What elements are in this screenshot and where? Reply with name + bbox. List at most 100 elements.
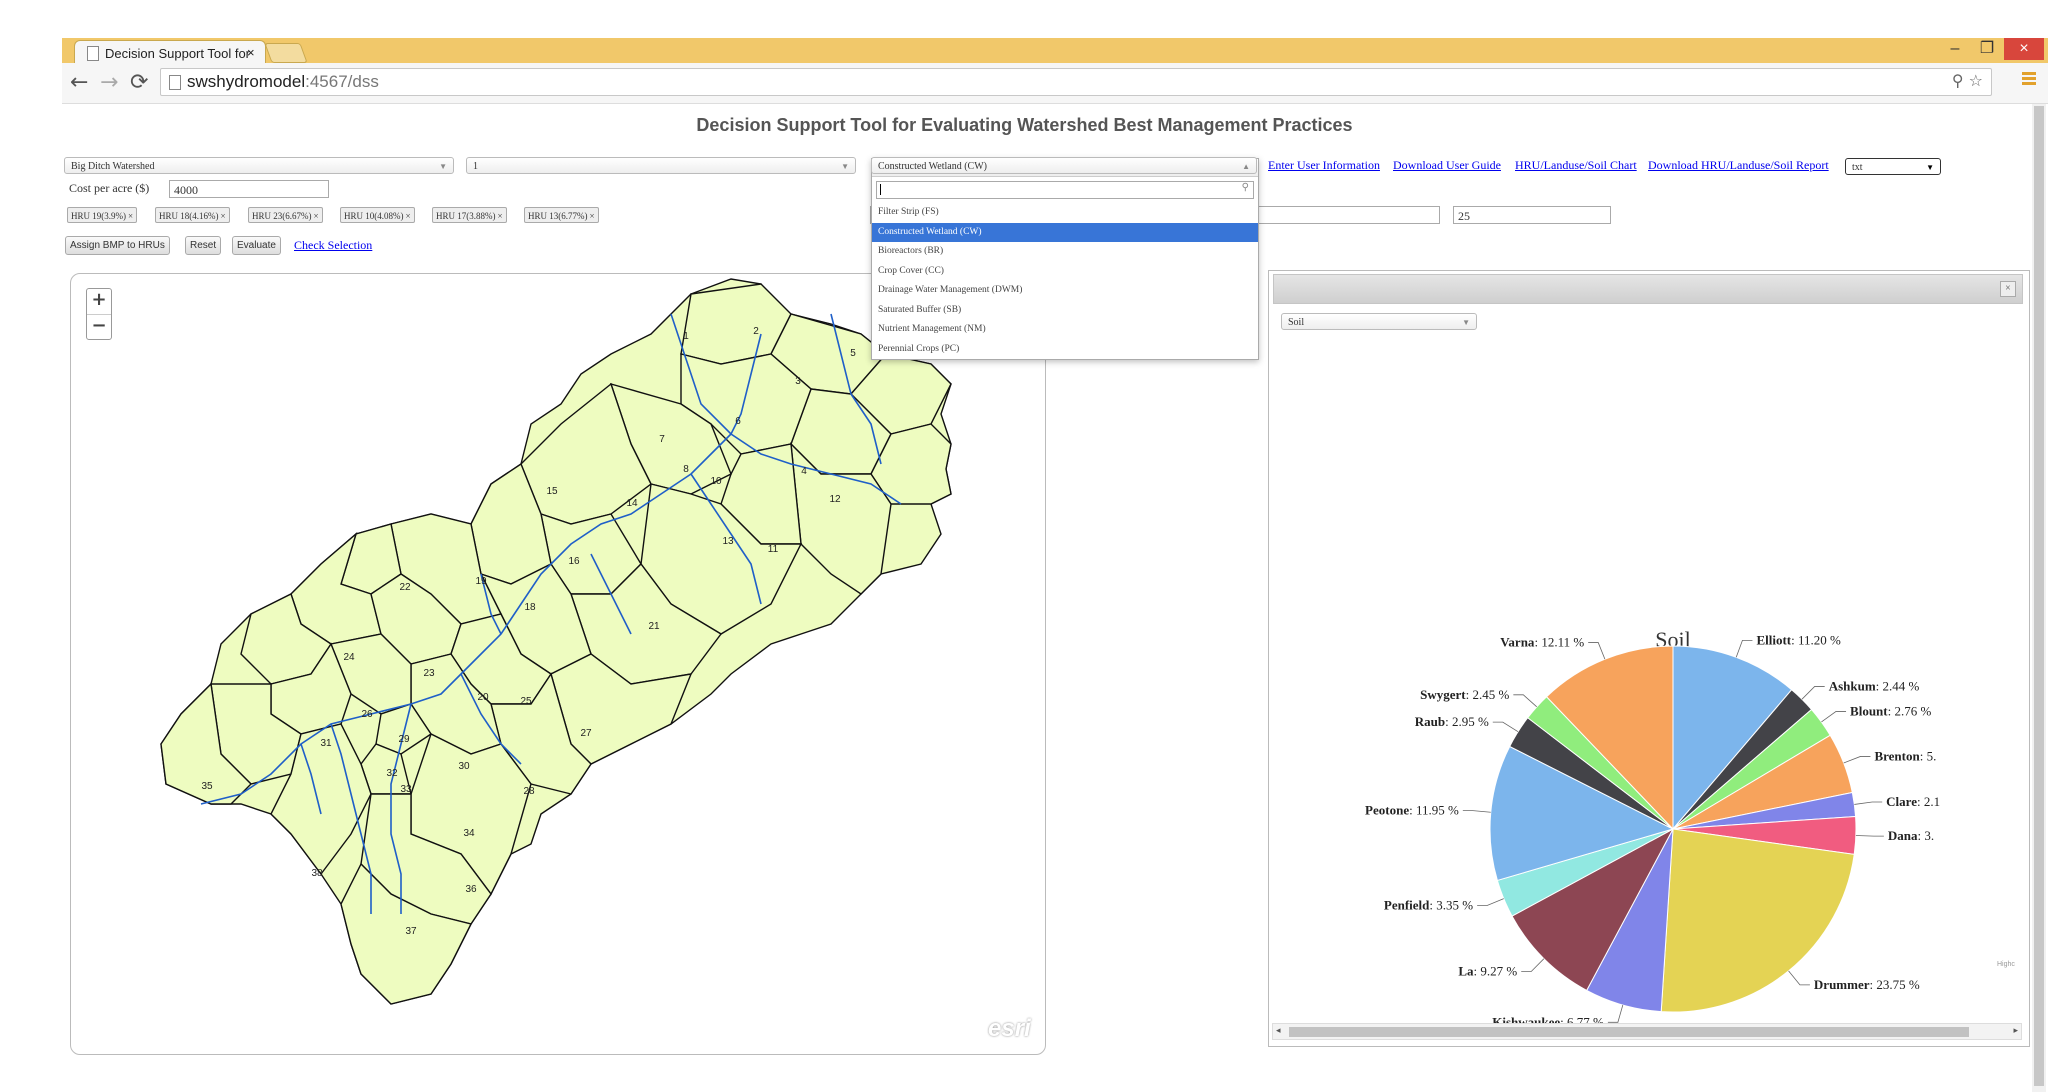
window-close-icon[interactable]: × [2004, 38, 2044, 60]
download-user-guide-link[interactable]: Download User Guide [1393, 158, 1501, 173]
hru-chart-link[interactable]: HRU/Landuse/Soil Chart [1515, 158, 1637, 173]
subbasin-label: 5 [850, 348, 856, 359]
subbasin-label: 3 [795, 376, 801, 387]
dropdown-option[interactable]: Perennial Crops (PC) [872, 340, 1258, 360]
pie-connector [1821, 711, 1847, 723]
subbasin-label: 2 [753, 326, 759, 337]
page-scrollbar[interactable] [2032, 104, 2046, 1092]
page-icon [87, 46, 99, 61]
zoom-in-button[interactable]: + [87, 289, 111, 315]
chart-panel-header: × [1273, 274, 2023, 304]
reset-button[interactable]: Reset [185, 236, 222, 255]
subbasin-label: 20 [477, 692, 489, 703]
subbasin-label: 10 [710, 476, 722, 487]
subbasin-label: 38 [311, 868, 323, 879]
subbasin-label: 16 [568, 556, 580, 567]
hru-chip[interactable]: HRU 19(3.9%) × [67, 207, 138, 223]
map-zoom-control: + − [86, 288, 112, 340]
assign-bmp-button[interactable]: Assign BMP to HRUs [65, 236, 170, 255]
subbasin-label: 35 [201, 781, 213, 792]
dropdown-option[interactable]: Drainage Water Management (DWM) [872, 281, 1258, 301]
pie-connector [1492, 721, 1519, 733]
subbasin-label: 36 [465, 884, 477, 895]
dropdown-search-input[interactable]: ⚲ [876, 181, 1254, 199]
pie-connector [1607, 1004, 1624, 1023]
hru-chip[interactable]: HRU 18(4.16%) × [155, 207, 230, 223]
pie-chart: Soil Elliott: 11.20 %Ashkum: 2.44 %Bloun… [1365, 627, 1940, 1029]
pie-label: Peotone: 11.95 % [1365, 803, 1459, 818]
number-select[interactable]: 1 ▼ [466, 157, 856, 174]
pie-label: Dana: 3. [1888, 828, 1934, 843]
browser-menu-icon[interactable] [2022, 70, 2036, 87]
subbasin-label: 23 [423, 668, 435, 679]
subbasin-label: 28 [523, 786, 535, 797]
zoom-out-button[interactable]: − [87, 315, 111, 340]
hru-chip[interactable]: HRU 17(3.88%) × [432, 207, 507, 223]
pie-label: Raub: 2.95 % [1415, 714, 1489, 729]
forward-icon[interactable]: → [100, 70, 118, 95]
subbasin-label: 8 [683, 464, 689, 475]
subbasin-label: 30 [458, 761, 470, 772]
dropdown-option[interactable]: Nutrient Management (NM) [872, 320, 1258, 340]
pie-connector [1513, 694, 1538, 708]
watershed-select[interactable]: Big Ditch Watershed ▼ [64, 157, 454, 174]
right-input[interactable]: 25 [1453, 206, 1611, 224]
subbasin-label: 1 [683, 331, 689, 342]
subbasin-label: 21 [648, 621, 660, 632]
subbasin-label: 13 [722, 536, 734, 547]
dropdown-option[interactable]: Filter Strip (FS) [872, 203, 1258, 223]
subbasin-label: 29 [398, 734, 410, 745]
evaluate-button[interactable]: Evaluate [232, 236, 281, 255]
back-icon[interactable]: ← [70, 70, 88, 95]
hru-chip[interactable]: HRU 23(6.67%) × [248, 207, 323, 223]
pie-connector [1521, 958, 1545, 972]
pie-label: La: 9.27 % [1458, 963, 1517, 978]
bmp-select[interactable]: Constructed Wetland (CW) ▲ [871, 157, 1257, 174]
subbasin-label: 12 [829, 494, 841, 505]
subbasin-label: 26 [361, 709, 373, 720]
subbasin-label: 7 [659, 434, 665, 445]
dropdown-option[interactable]: Constructed Wetland (CW) [872, 222, 1258, 242]
dropdown-option[interactable]: Bioreactors (BR) [872, 242, 1258, 262]
check-selection-link[interactable]: Check Selection [294, 238, 372, 253]
subbasin-label: 34 [463, 828, 475, 839]
dropdown-option[interactable]: Saturated Buffer (SB) [872, 301, 1258, 321]
dropdown-option[interactable]: Crop Cover (CC) [872, 262, 1258, 282]
chart-panel: × Soil ▼ Soil Elliott: 11.20 % Ashkum: 2.4… [1268, 270, 2030, 1047]
zoom-star-icons[interactable]: ⚲ ☆ [1952, 71, 1983, 90]
pie-connector [1788, 970, 1810, 986]
watershed-svg: 1 2 3 4 5 6 7 8 10 11 12 13 14 15 16 18 … [160, 278, 952, 1005]
watershed-map[interactable]: 1 2 3 4 5 6 7 8 10 11 12 13 14 15 16 18 … [70, 273, 1046, 1055]
chart-horizontal-scrollbar[interactable]: ◂ ▸ [1272, 1023, 2022, 1040]
subbasin-polygons[interactable] [160, 278, 952, 1005]
pie-label: Ashkum: 2.44 % [1829, 678, 1920, 693]
restore-icon[interactable]: ❐ [1972, 38, 2002, 60]
pie-connector [1843, 756, 1871, 764]
close-icon[interactable]: × [2000, 281, 2016, 297]
pie-label: Swygert: 2.45 % [1420, 687, 1509, 702]
pie-label: Blount: 2.76 % [1850, 703, 1931, 718]
cost-input[interactable]: 4000 [169, 180, 329, 198]
hru-chip[interactable]: HRU 13(6.77%) × [524, 207, 599, 223]
cost-label: Cost per acre ($) [69, 181, 150, 195]
pie-connector [1854, 801, 1883, 805]
hru-chip[interactable]: HRU 10(4.08%) × [340, 207, 415, 223]
minimize-icon[interactable]: – [1940, 38, 1970, 60]
tab-close-icon[interactable]: × [247, 45, 255, 60]
bmp-dropdown-list: Constructed Wetland (CW)▲ ⚲ Filter Strip… [871, 158, 1259, 360]
pie-connector [1588, 642, 1606, 660]
browser-tab[interactable]: Decision Support Tool for × [74, 40, 266, 65]
search-icon: ⚲ [1241, 182, 1249, 193]
enter-user-info-link[interactable]: Enter User Information [1268, 158, 1380, 173]
new-tab-button[interactable] [264, 43, 308, 63]
pie-connector [1855, 835, 1884, 837]
pie-label: Elliott: 11.20 % [1756, 632, 1841, 647]
reload-icon[interactable]: ⟳ [130, 70, 148, 95]
download-report-link[interactable]: Download HRU/Landuse/Soil Report [1648, 158, 1829, 173]
pie-label: Penfield: 3.35 % [1384, 897, 1473, 912]
format-select[interactable]: txt ▼ [1845, 158, 1941, 175]
browser-tabstrip [62, 38, 2048, 63]
pie-connector [1462, 810, 1491, 813]
subbasin-label: 6 [735, 416, 741, 427]
address-bar[interactable]: swshydromodel:4567/dss ⚲ ☆ [160, 68, 1992, 96]
